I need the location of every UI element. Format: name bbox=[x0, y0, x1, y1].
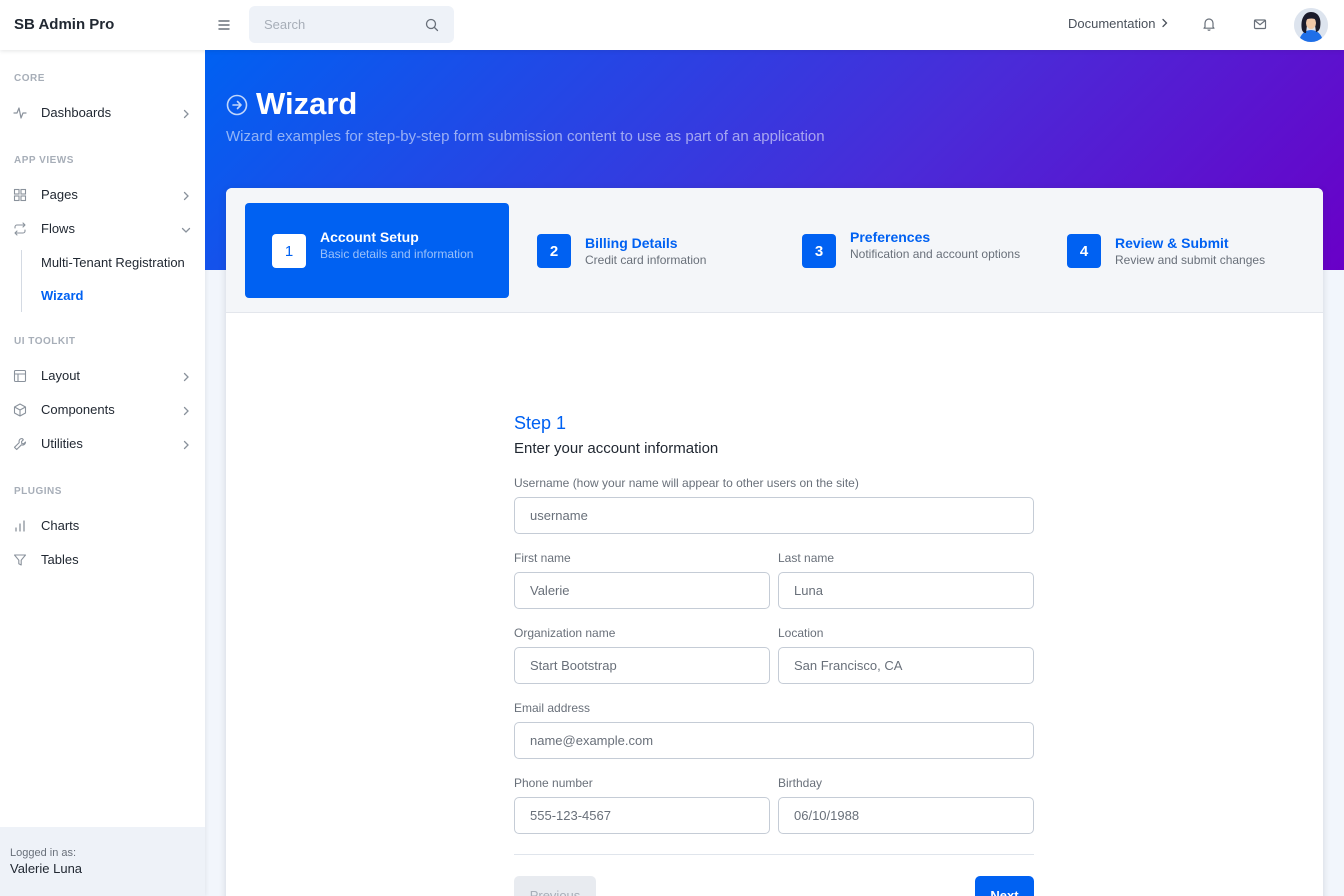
step-subtitle: Credit card information bbox=[585, 253, 707, 267]
sidebar-item-label: Charts bbox=[41, 518, 80, 533]
sidebar-item-label: Utilities bbox=[41, 436, 83, 451]
sidebar-heading-core: CORE bbox=[14, 73, 45, 84]
form-heading: Enter your account information bbox=[514, 440, 719, 457]
step-number: 2 bbox=[537, 234, 571, 268]
username-label: Username (how your name will appear to o… bbox=[514, 476, 859, 490]
phone-label: Phone number bbox=[514, 776, 593, 790]
top-navbar: SB Admin Pro Documentation bbox=[0, 0, 1344, 50]
bar-chart-icon bbox=[13, 519, 27, 533]
wizard-step-review-submit[interactable]: 4 Review & Submit Review and submit chan… bbox=[1040, 203, 1304, 298]
arrow-right-circle-icon bbox=[226, 94, 248, 116]
sidebar-item-label: Components bbox=[41, 402, 115, 417]
step-subtitle: Notification and account options bbox=[850, 247, 1021, 261]
phone-field[interactable] bbox=[514, 797, 770, 834]
sidebar-item-multi-tenant-registration[interactable]: Multi-Tenant Registration bbox=[41, 255, 185, 270]
sidebar-item-utilities[interactable]: Utilities bbox=[0, 429, 205, 459]
sidebar-heading-ui-toolkit: UI TOOLKIT bbox=[14, 336, 76, 347]
chevron-right-icon bbox=[180, 107, 192, 119]
sidebar-heading-app-views: APP VIEWS bbox=[14, 155, 74, 166]
package-icon bbox=[13, 403, 27, 417]
sidebar-item-label: Flows bbox=[41, 221, 75, 236]
step-subtitle: Basic details and information bbox=[320, 247, 474, 261]
sidebar-item-charts[interactable]: Charts bbox=[0, 511, 205, 541]
next-button[interactable]: Next bbox=[975, 876, 1034, 896]
submenu-divider bbox=[21, 250, 22, 312]
location-field[interactable] bbox=[778, 647, 1034, 684]
last-name-label: Last name bbox=[778, 551, 835, 565]
step-title: Preferences bbox=[850, 229, 931, 245]
step-number: 3 bbox=[802, 234, 836, 268]
wizard-step-billing-details[interactable]: 2 Billing Details Credit card informatio… bbox=[510, 203, 774, 298]
wizard-step-account-setup[interactable]: 1 Account Setup Basic details and inform… bbox=[245, 203, 509, 298]
sidebar-item-label: Dashboards bbox=[41, 105, 112, 120]
search-input[interactable] bbox=[249, 6, 419, 43]
step-title: Review & Submit bbox=[1115, 235, 1229, 251]
repeat-icon bbox=[13, 222, 27, 236]
brand-logo[interactable]: SB Admin Pro bbox=[14, 16, 114, 33]
activity-icon bbox=[13, 106, 27, 120]
email-field[interactable] bbox=[514, 722, 1034, 759]
user-avatar[interactable] bbox=[1294, 8, 1328, 42]
bell-icon[interactable] bbox=[1201, 16, 1217, 32]
layout-icon bbox=[13, 369, 27, 383]
documentation-link[interactable]: Documentation bbox=[1068, 16, 1169, 31]
username-field[interactable] bbox=[514, 497, 1034, 534]
wizard-step-preferences[interactable]: 3 Preferences Notification and account o… bbox=[775, 203, 1039, 298]
previous-button[interactable]: Previous bbox=[514, 876, 596, 896]
sidebar-item-pages[interactable]: Pages bbox=[0, 180, 205, 210]
sidebar-toggle-icon[interactable] bbox=[214, 15, 234, 35]
mail-icon[interactable] bbox=[1252, 16, 1268, 32]
chevron-right-icon bbox=[180, 370, 192, 382]
sidebar-heading-plugins: PLUGINS bbox=[14, 486, 62, 497]
chevron-right-icon bbox=[180, 189, 192, 201]
sidebar-item-components[interactable]: Components bbox=[0, 395, 205, 425]
birthday-label: Birthday bbox=[778, 776, 823, 790]
grid-icon bbox=[13, 188, 27, 202]
step-number: 4 bbox=[1067, 234, 1101, 268]
sidebar-item-label: Layout bbox=[41, 368, 81, 383]
logged-in-user-name: Valerie Luna bbox=[10, 861, 83, 876]
chevron-right-icon bbox=[180, 404, 192, 416]
step-title: Billing Details bbox=[585, 235, 678, 251]
step-label: Step 1 bbox=[514, 413, 567, 433]
step-number: 1 bbox=[272, 234, 306, 268]
sidebar: CORE Dashboards APP VIEWS Pages Flows Mu… bbox=[0, 50, 205, 896]
location-label: Location bbox=[778, 626, 824, 640]
sidebar-footer: Logged in as: Valerie Luna bbox=[0, 827, 205, 896]
sidebar-item-label: Pages bbox=[41, 187, 78, 202]
sidebar-item-dashboards[interactable]: Dashboards bbox=[0, 98, 205, 128]
page-subtitle: Wizard examples for step-by-step form su… bbox=[226, 128, 825, 145]
wizard-card: 1 Account Setup Basic details and inform… bbox=[226, 188, 1323, 896]
sidebar-item-label: Tables bbox=[41, 552, 79, 567]
tool-icon bbox=[13, 437, 27, 451]
form-divider bbox=[514, 854, 1034, 855]
chevron-down-icon bbox=[180, 223, 192, 235]
first-name-label: First name bbox=[514, 551, 571, 565]
sidebar-item-tables[interactable]: Tables bbox=[0, 545, 205, 575]
birthday-field[interactable] bbox=[778, 797, 1034, 834]
chevron-right-icon bbox=[180, 438, 192, 450]
chevron-right-icon bbox=[1161, 16, 1169, 31]
last-name-field[interactable] bbox=[778, 572, 1034, 609]
search-icon[interactable] bbox=[424, 17, 440, 33]
filter-icon bbox=[13, 553, 27, 567]
sidebar-item-layout[interactable]: Layout bbox=[0, 361, 205, 391]
sidebar-item-flows[interactable]: Flows bbox=[0, 214, 205, 244]
first-name-field[interactable] bbox=[514, 572, 770, 609]
page-title: Wizard bbox=[256, 86, 358, 121]
logged-in-caption: Logged in as: bbox=[10, 847, 77, 859]
documentation-label: Documentation bbox=[1068, 16, 1156, 31]
organization-label: Organization name bbox=[514, 626, 616, 640]
search-box bbox=[249, 6, 454, 43]
email-label: Email address bbox=[514, 701, 591, 715]
sidebar-item-wizard[interactable]: Wizard bbox=[41, 288, 84, 303]
step-subtitle: Review and submit changes bbox=[1115, 253, 1266, 267]
organization-field[interactable] bbox=[514, 647, 770, 684]
wizard-steps: 1 Account Setup Basic details and inform… bbox=[226, 188, 1323, 313]
step-title: Account Setup bbox=[320, 229, 419, 245]
